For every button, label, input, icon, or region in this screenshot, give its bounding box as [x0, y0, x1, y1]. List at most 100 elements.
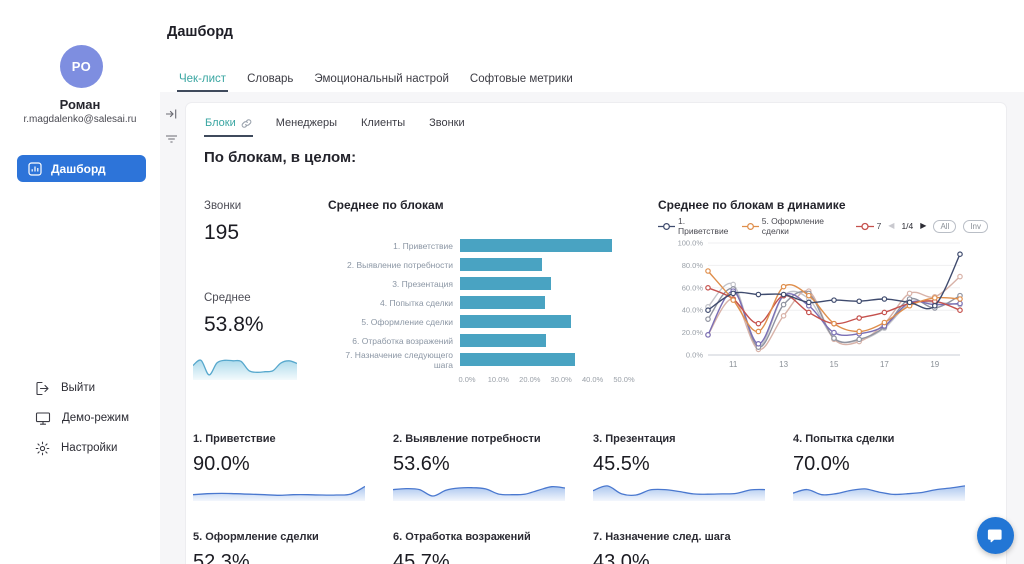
sidebar-item-label: Дашборд: [51, 162, 106, 176]
legend-label: 5. Оформление сделки: [762, 216, 849, 236]
tab-label: Менеджеры: [276, 117, 337, 129]
svg-text:40.0%: 40.0%: [682, 306, 704, 315]
metric-card-value: 70.0%: [793, 453, 971, 476]
tab-1[interactable]: Словарь: [245, 73, 295, 92]
footer-item-label: Настройки: [61, 442, 117, 454]
tab-0[interactable]: Чек-лист: [177, 73, 228, 92]
bar: [460, 334, 546, 347]
inner-tab-1[interactable]: Менеджеры: [275, 117, 338, 137]
bar-category-label: 3. Презентация: [328, 279, 460, 289]
metric-card-value: 45.7%: [393, 551, 571, 564]
collapse-panel-icon[interactable]: [165, 108, 178, 120]
bar-category-label: 4. Попытка сделки: [328, 298, 460, 308]
bar-chart-x-axis: 0.0%10.0%20.0%30.0%40.0%50.0%: [467, 375, 624, 387]
legend-item-0[interactable]: 1. Приветствие: [658, 216, 735, 236]
tab-3[interactable]: Софтовые метрики: [468, 73, 575, 92]
x-tick-label: 20.0%: [519, 375, 540, 384]
main-tabs: Чек-лист Словарь Эмоциональный настрой Софт…: [177, 73, 575, 92]
side-rail: [165, 108, 178, 145]
metric-card-label: 7. Назначение след. шага: [593, 531, 771, 543]
svg-text:11: 11: [729, 360, 738, 369]
bar-row-4: 5. Оформление сделки: [328, 312, 648, 331]
metric-card-value: 52.3%: [193, 551, 371, 564]
bar-track: [460, 353, 617, 366]
bar-category-label: 2. Выявление потребности: [328, 260, 460, 270]
metric-card-4: 4. Попытка сделки 70.0%: [793, 433, 971, 501]
bar-category-label: 6. Отработка возражений: [328, 336, 460, 346]
bar: [460, 296, 545, 309]
inner-tab-3[interactable]: Звонки: [428, 117, 466, 137]
metric-card-value: 53.6%: [393, 453, 571, 476]
metric-card-3: 3. Презентация45.5%: [593, 433, 771, 501]
tab-2[interactable]: Эмоциональный настрой: [312, 73, 451, 92]
tab-label: Словарь: [247, 73, 293, 85]
metric-card-value: 90.0%: [193, 453, 371, 476]
metric-card-sparkline: [193, 481, 371, 501]
bar-track: [460, 258, 617, 271]
metric-card-1: 1. Приветствие90.0%: [193, 433, 371, 501]
legend-button-all[interactable]: All: [933, 220, 956, 233]
bar-row-0: 1. Приветствие: [328, 236, 648, 255]
bar-row-2: 3. Презентация: [328, 274, 648, 293]
bar-track: [460, 315, 617, 328]
metric-card-value: 43.0%: [593, 551, 771, 564]
legend-label: 7: [877, 221, 882, 231]
metric-card-label: 4. Попытка сделки: [793, 433, 971, 445]
legend-button-inv[interactable]: Inv: [963, 220, 988, 233]
tab-label: Клиенты: [361, 117, 405, 129]
user-name: Роман: [0, 97, 160, 112]
sidebar-item-dashboard[interactable]: Дашборд: [17, 155, 146, 182]
x-tick-label: 50.0%: [613, 375, 634, 384]
bar-row-1: 2. Выявление потребности: [328, 255, 648, 274]
dashboard-icon: [28, 162, 42, 176]
bar-category-label: 5. Оформление сделки: [328, 317, 460, 327]
legend-item-2[interactable]: 7: [856, 221, 882, 231]
chat-bubble-icon: [986, 526, 1005, 545]
stat-calls-label: Звонки: [204, 200, 241, 212]
svg-text:13: 13: [779, 360, 788, 369]
svg-text:0.0%: 0.0%: [686, 351, 703, 360]
logout-icon: [35, 381, 50, 396]
bar-category-label: 7. Назначение следующего шага: [328, 350, 460, 370]
bar: [460, 315, 571, 328]
svg-text:19: 19: [930, 360, 939, 369]
sidebar-footer-item-2[interactable]: Настройки: [35, 437, 129, 459]
tab-label: Эмоциональный настрой: [314, 73, 449, 85]
x-tick-label: 30.0%: [551, 375, 572, 384]
svg-text:100.0%: 100.0%: [678, 239, 704, 248]
sidebar-footer-item-0[interactable]: Выйти: [35, 377, 129, 399]
legend-item-1[interactable]: 5. Оформление сделки: [742, 216, 849, 236]
metric-card-7: 7. Назначение след. шага 43.0%: [593, 531, 771, 564]
bar-track: [460, 296, 617, 309]
svg-text:15: 15: [830, 360, 839, 369]
bar-chart-title: Среднее по блокам: [328, 198, 648, 212]
stat-average-label: Среднее: [204, 292, 251, 304]
legend-next-icon[interactable]: ▶: [920, 222, 926, 230]
inner-tab-0[interactable]: Блоки: [204, 117, 253, 137]
inner-tab-2[interactable]: Клиенты: [360, 117, 406, 137]
tab-label: Софтовые метрики: [470, 73, 573, 85]
tab-label: Блоки: [205, 117, 236, 129]
bar-chart-rows: 1. Приветствие 2. Выявление потребности 3.…: [328, 236, 648, 369]
metric-card-sparkline: [793, 481, 971, 501]
content-panel: Блоки Менеджеры Клиенты Звонки По блокам, в…: [160, 92, 1024, 564]
link-icon: [241, 118, 252, 129]
bar-category-label: 1. Приветствие: [328, 241, 460, 251]
line-chart-title: Среднее по блокам в динамике: [658, 198, 988, 212]
bar-track: [460, 334, 617, 347]
footer-item-label: Выйти: [61, 382, 95, 394]
chat-widget-button[interactable]: [977, 517, 1014, 554]
x-tick-label: 0.0%: [458, 375, 475, 384]
sidebar-footer-item-1[interactable]: Демо-режим: [35, 407, 129, 429]
legend-prev-icon[interactable]: ◀: [888, 222, 894, 230]
line-chart-legend: 1. Приветствие5. Оформление сделки7◀1/4▶…: [658, 219, 988, 233]
bar: [460, 353, 575, 366]
stat-average-value: 53.8%: [204, 313, 264, 337]
filter-icon[interactable]: [165, 133, 178, 145]
bar: [460, 277, 551, 290]
avatar[interactable]: РО: [60, 45, 103, 88]
section-heading: По блокам, в целом:: [204, 149, 356, 166]
metric-card-value: 45.5%: [593, 453, 771, 476]
stats-block: Звонки 195 Среднее 53.8%: [204, 200, 324, 400]
monitor-icon: [35, 411, 51, 426]
